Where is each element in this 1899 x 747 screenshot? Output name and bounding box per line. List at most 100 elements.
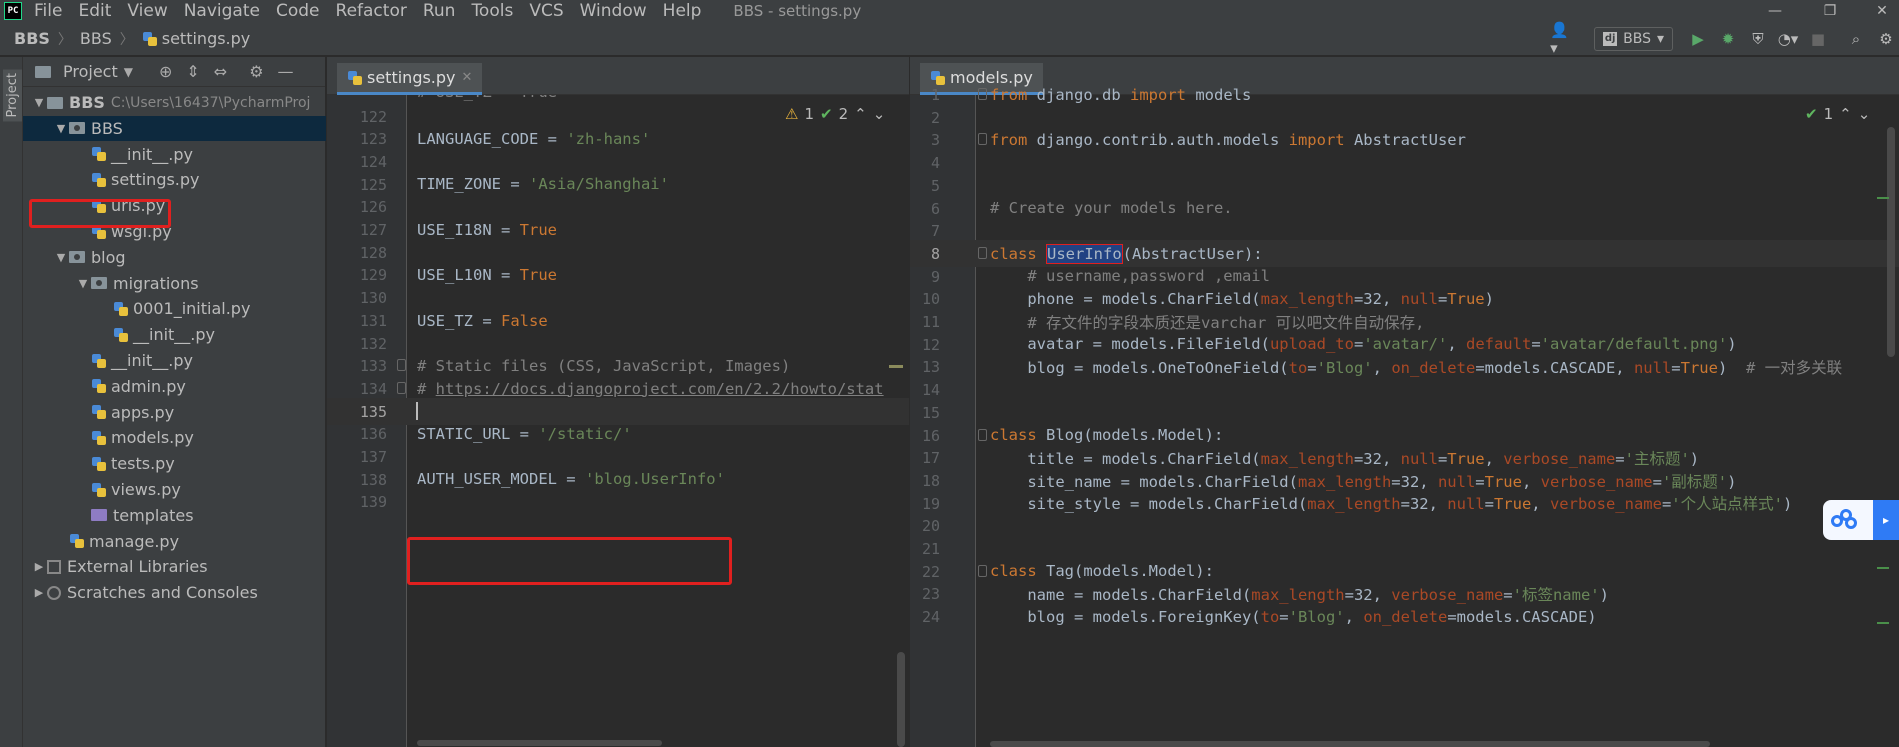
coverage-icon[interactable]: ⛨ [1747,28,1769,50]
menu-item[interactable]: VCS [529,1,563,21]
tree-item[interactable]: __init__.py [23,142,326,167]
close-window-icon[interactable]: ✕ [1862,0,1899,22]
tree-item[interactable]: apps.py [23,400,326,425]
horizontal-scrollbar[interactable] [417,740,662,746]
menu-item[interactable]: Help [663,1,702,21]
inspection-widget[interactable]: ⚠ 1 ✔ 2 ⌃ ⌄ [785,105,885,123]
horizontal-scrollbar[interactable] [990,741,1710,747]
close-tab-icon[interactable]: ✕ [462,70,473,85]
menu-item[interactable]: Refactor [336,1,407,21]
python-file-icon [142,31,158,47]
fold-marker-icon[interactable] [397,359,406,372]
python-file-icon [91,482,107,498]
collapse-all-icon[interactable]: ⇔ [214,62,227,81]
code-token: True [1680,359,1718,378]
tab-settings-py[interactable]: settings.py ✕ [337,63,483,95]
settings-icon[interactable]: ⚙ [1875,28,1897,50]
code-token: True [1447,449,1485,468]
expand-arrow-icon[interactable]: ▼ [75,277,91,290]
expand-arrow-icon[interactable]: ▼ [53,251,69,264]
tree-item[interactable]: ▼ BBS C:\Users\16437\PycharmProj [23,90,326,115]
project-view-title[interactable]: Project [63,62,118,81]
breadcrumb-project[interactable]: BBS [14,29,50,48]
menu-item[interactable]: Navigate [184,1,260,21]
tree-item[interactable]: models.py [23,425,326,450]
tree-item[interactable]: wsgi.py [23,219,326,244]
debug-icon[interactable]: ✹ [1717,28,1739,50]
line-number: 130 [359,289,387,308]
change-marker [1877,622,1889,624]
code-line[interactable]: blog = models.ForeignKey(to='Blog', on_d… [910,603,1899,631]
tree-item[interactable]: ▼ blog [23,245,326,270]
tree-item[interactable]: tests.py [23,451,326,476]
tree-item[interactable]: ▼ BBS [23,115,326,141]
expand-arrow-icon[interactable]: ▼ [53,122,69,135]
chevron-up-icon[interactable]: ⌃ [854,105,867,123]
tree-item-label: templates [113,505,194,525]
profile-icon[interactable]: ◔▾ [1777,28,1799,50]
line-number: 11 [921,313,940,331]
menu-item[interactable]: Tools [471,1,513,21]
fold-marker-icon[interactable] [397,381,406,394]
tree-item[interactable]: urls.py [23,193,326,218]
inspection-widget[interactable]: ✔ 1 ⌃ ⌄ [1805,105,1870,123]
expand-arrow-icon[interactable]: ▶ [31,560,47,573]
baidu-netdisk-widget[interactable]: ▸ [1823,500,1899,540]
fold-marker-icon[interactable] [978,246,987,259]
search-icon[interactable]: ⌕ [1845,28,1867,50]
code-token: '主标题' [1624,449,1690,468]
fold-marker-icon[interactable] [978,428,987,441]
menu-item[interactable]: Code [276,1,320,21]
menu-item[interactable]: View [127,1,167,21]
expand-arrow-icon[interactable]: ▼ [31,96,47,109]
fold-marker-icon[interactable] [978,133,987,146]
chevron-up-icon[interactable]: ⌃ [1839,105,1852,123]
chevron-down-icon[interactable]: ▼ [124,65,133,79]
menu-item[interactable]: Window [580,1,647,21]
menu-item[interactable]: Run [423,1,456,21]
code-line[interactable] [327,488,909,516]
fold-marker-icon[interactable] [978,564,987,577]
vertical-scrollbar[interactable] [897,652,905,747]
breadcrumb-file[interactable]: settings.py [162,29,251,48]
chevron-down-icon: ▾ [1656,31,1664,47]
tree-item[interactable]: settings.py [23,167,326,192]
tree-item[interactable]: __init__.py [23,322,326,347]
baidu-side-tab[interactable]: ▸ [1873,500,1899,540]
run-configuration-selector[interactable]: dj BBS ▾ [1594,27,1673,51]
restore-icon[interactable]: ❐ [1810,0,1850,22]
user-icon[interactable]: 👤▾ [1550,21,1572,57]
project-tool-button[interactable]: Project [3,69,22,122]
chevron-down-icon[interactable]: ⌄ [1858,105,1871,123]
tree-item[interactable]: views.py [23,477,326,502]
tree-item[interactable]: ▶ External Libraries [23,554,326,579]
tree-item[interactable]: admin.py [23,374,326,399]
breadcrumb-package[interactable]: BBS [80,29,112,48]
scratches-icon [47,585,61,600]
code-token: =32, [1400,495,1448,514]
tree-item[interactable]: manage.py [23,529,326,554]
tree-item[interactable]: ▼ migrations [23,271,326,296]
run-configuration-label: BBS [1623,31,1651,47]
minimize-icon[interactable]: — [1755,0,1795,22]
tree-item[interactable]: 0001_initial.py [23,296,326,321]
gear-icon[interactable]: ⚙ [249,62,263,81]
expand-all-icon[interactable]: ⇕ [186,62,199,81]
vertical-scrollbar[interactable] [1887,127,1895,357]
warning-stripe[interactable] [889,365,903,368]
code-token: site_name = models.CharField( [990,472,1298,491]
tree-item[interactable]: __init__.py [23,348,326,373]
tree-item[interactable]: templates [23,503,326,528]
menu-item[interactable]: File [34,1,62,21]
hide-panel-icon[interactable]: — [278,62,294,81]
code-text: avatar = models.FileField(upload_to='ava… [990,335,1736,353]
menu-item[interactable]: Edit [78,1,111,21]
fold-marker-icon[interactable] [978,88,987,100]
chevron-down-icon[interactable]: ⌄ [873,105,886,123]
run-icon[interactable]: ▶ [1687,28,1709,50]
stop-icon[interactable]: ■ [1807,28,1829,50]
expand-arrow-icon[interactable]: ▶ [31,586,47,599]
tree-item[interactable]: ▶ Scratches and Consoles [23,580,326,605]
code-token[interactable]: https://docs.djangoproject.com/en/2.2/ho… [436,380,884,398]
locate-file-icon[interactable]: ⊕ [159,62,172,81]
